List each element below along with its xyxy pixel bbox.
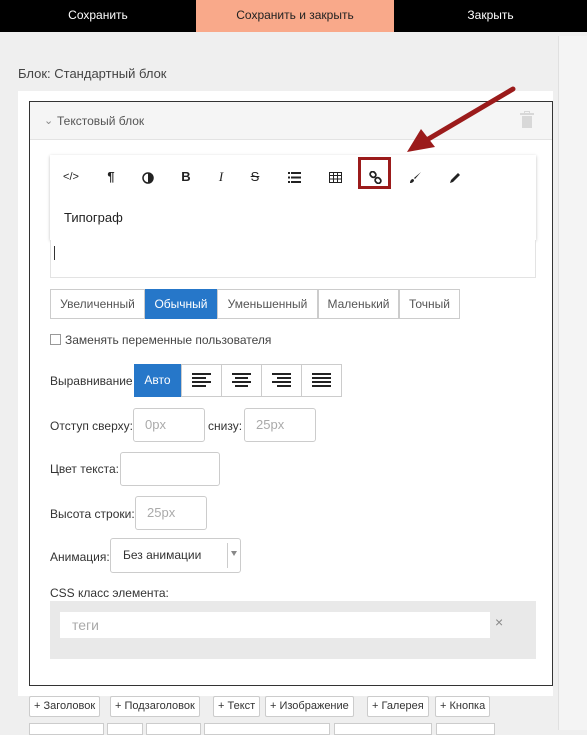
align-auto-button[interactable]: Авто — [134, 364, 181, 397]
add-button-partial[interactable] — [204, 723, 330, 735]
scrollbar-track[interactable] — [558, 36, 587, 730]
add-button-button[interactable]: + Кнопка — [435, 696, 491, 717]
brush-icon[interactable] — [401, 165, 429, 189]
save-button[interactable]: Сохранить — [0, 0, 196, 32]
close-button[interactable]: Закрыть — [394, 0, 587, 32]
list-icon[interactable] — [280, 165, 308, 189]
css-class-box: теги × — [50, 601, 536, 659]
add-image-button[interactable]: + Изображение — [265, 696, 354, 717]
bold-icon[interactable]: B — [172, 165, 200, 189]
size-option-small[interactable]: Маленький — [318, 289, 399, 319]
replace-vars-label: Заменять переменные пользователя — [65, 333, 272, 347]
add-button-partial[interactable] — [436, 723, 495, 735]
chevron-down-icon[interactable]: ⌄ — [44, 114, 53, 127]
padding-top-input[interactable]: 0px — [133, 408, 205, 442]
contrast-icon[interactable] — [134, 165, 162, 189]
text-color-label: Цвет текста: — [50, 462, 120, 476]
size-option-exact[interactable]: Точный — [399, 289, 460, 319]
size-option-reduced[interactable]: Уменьшенный — [217, 289, 318, 319]
paragraph-icon[interactable]: ¶ — [97, 165, 125, 189]
animation-select[interactable]: Без анимации — [110, 538, 241, 573]
strikethrough-icon[interactable]: S — [241, 165, 269, 189]
top-action-bar: Сохранить Сохранить и закрыть Закрыть — [0, 0, 587, 32]
align-right-icon[interactable] — [261, 364, 302, 397]
add-button-partial[interactable] — [29, 723, 104, 735]
add-button-partial[interactable] — [107, 723, 143, 735]
block-title: Блок: Стандартный блок — [18, 66, 167, 81]
link-highlight-box — [358, 157, 391, 189]
padding-bottom-input[interactable]: 25px — [244, 408, 316, 442]
line-height-input[interactable]: 25px — [135, 496, 207, 530]
align-justify-icon[interactable] — [301, 364, 342, 397]
save-and-close-button[interactable]: Сохранить и закрыть — [196, 0, 394, 32]
align-left-icon[interactable] — [181, 364, 222, 397]
css-class-input[interactable]: теги — [60, 612, 490, 638]
align-center-icon[interactable] — [221, 364, 262, 397]
padding-top-label: Отступ сверху: — [50, 419, 133, 433]
italic-icon[interactable]: I — [207, 165, 235, 189]
add-button-partial[interactable] — [146, 723, 201, 735]
alignment-label: Выравнивание — [50, 374, 133, 388]
clear-icon[interactable]: × — [495, 614, 503, 630]
text-editor[interactable] — [50, 240, 536, 278]
table-icon[interactable] — [321, 165, 349, 189]
pencil-icon[interactable] — [441, 165, 469, 189]
text-color-input[interactable] — [120, 452, 220, 486]
size-option-normal[interactable]: Обычный — [145, 289, 217, 319]
caret-down-icon — [231, 551, 237, 556]
css-class-label: CSS класс элемента: — [50, 586, 169, 600]
size-option-enlarged[interactable]: Увеличенный — [50, 289, 145, 319]
typograph-button[interactable]: Типограф — [64, 210, 123, 225]
annotation-arrow — [407, 86, 516, 152]
padding-bottom-label: снизу: — [208, 419, 243, 433]
code-icon[interactable]: </> — [57, 165, 85, 189]
add-text-button[interactable]: + Текст — [213, 696, 261, 717]
add-subheading-button[interactable]: + Подзаголовок — [110, 696, 200, 717]
add-button-partial[interactable] — [334, 723, 432, 735]
trash-icon[interactable] — [520, 111, 534, 129]
editor-toolbar: </> ¶ B I S Типограф — [50, 155, 536, 240]
add-gallery-button[interactable]: + Галерея — [367, 696, 429, 717]
section-title: Текстовый блок — [57, 114, 145, 128]
add-heading-button[interactable]: + Заголовок — [29, 696, 101, 717]
replace-vars-checkbox[interactable] — [50, 334, 61, 345]
line-height-label: Высота строки: — [50, 507, 135, 521]
animation-label: Анимация: — [50, 550, 110, 564]
text-cursor — [54, 246, 55, 260]
animation-value: Без анимации — [123, 548, 202, 562]
